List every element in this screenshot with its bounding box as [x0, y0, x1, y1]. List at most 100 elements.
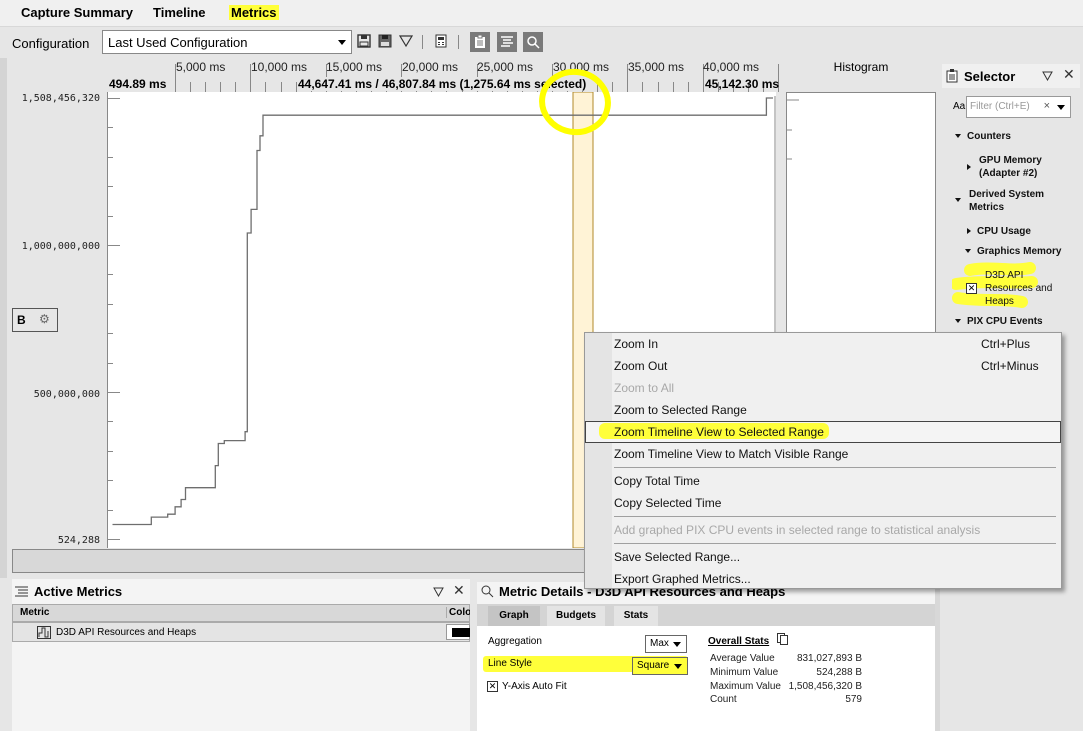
tab-capture-summary[interactable]: Capture Summary	[21, 5, 133, 20]
search-icon[interactable]	[523, 32, 543, 52]
ruler-start-time: 494.89 ms	[109, 77, 167, 91]
menu-item-zoom-to-all: Zoom to All	[614, 381, 675, 395]
collapsed-icon	[967, 228, 971, 235]
stat-value: 831,027,893 B	[796, 653, 862, 664]
tab-graph[interactable]: Graph	[488, 606, 540, 626]
clear-filter-icon[interactable]: ×	[1044, 100, 1050, 112]
context-menu-gutter	[585, 333, 612, 588]
stat-label: Average Value	[710, 653, 775, 664]
configuration-label: Configuration	[12, 36, 90, 51]
menu-item-add-cpu-events: Add graphed PIX CPU events in selected r…	[614, 523, 981, 537]
expanded-icon	[955, 319, 961, 324]
tree-item-pix-cpu-events[interactable]: PIX CPU Events	[955, 315, 1043, 328]
stat-value: 579	[845, 694, 862, 705]
menu-item-save-selected-range[interactable]: Save Selected Range...	[614, 550, 740, 564]
menu-item-zoom-to-selected-range[interactable]: Zoom to Selected Range	[614, 403, 747, 417]
aggregation-select[interactable]: Max	[645, 635, 687, 653]
dropdown-triangle-icon[interactable]	[433, 587, 444, 597]
menu-item-copy-selected-time[interactable]: Copy Selected Time	[614, 496, 721, 510]
tree-item-graphics-memory[interactable]: Graphics Memory	[965, 245, 1061, 258]
shortcut-zoom-in: Ctrl+Plus	[981, 337, 1031, 351]
y-axis-auto-fit-label: Y-Axis Auto Fit	[502, 681, 567, 692]
tree-item-derived-system-metrics[interactable]: Derived System Metrics	[955, 188, 1075, 214]
ruler-tick-label: 35,000 ms	[628, 60, 685, 74]
column-color[interactable]: Color	[446, 607, 470, 618]
match-case-toggle[interactable]: Aa	[953, 101, 965, 112]
close-icon[interactable]: ✕	[453, 582, 465, 599]
y-tick-label: 524,288	[57, 535, 100, 546]
metric-details-tabs	[477, 604, 935, 626]
clipboard-icon[interactable]	[470, 32, 490, 52]
toolbar-separator	[422, 35, 423, 49]
ruler-tick-label: 20,000 ms	[402, 60, 459, 74]
stat-label: Count	[710, 694, 737, 705]
tab-timeline[interactable]: Timeline	[153, 5, 206, 20]
metric-details-body	[477, 626, 935, 731]
menu-separator	[614, 516, 1056, 517]
clipboard-icon	[946, 69, 958, 83]
close-icon[interactable]: ✕	[1063, 66, 1075, 83]
tree-item-counters[interactable]: Counters	[955, 130, 1011, 143]
selector-title: Selector	[964, 69, 1016, 84]
stat-label: Maximum Value	[710, 681, 781, 692]
collapsed-icon	[967, 164, 971, 170]
menu-item-copy-total-time[interactable]: Copy Total Time	[614, 474, 700, 488]
save-icon[interactable]	[357, 34, 371, 48]
d3d-api-checkbox[interactable]: ✕	[966, 283, 977, 294]
y-axis-auto-fit-checkbox[interactable]: ✕	[487, 681, 498, 692]
dropdown-triangle-icon[interactable]	[1042, 71, 1053, 81]
context-menu: Zoom In Ctrl+Plus Zoom Out Ctrl+Minus Zo…	[584, 332, 1062, 589]
menu-item-zoom-out[interactable]: Zoom Out	[614, 359, 667, 373]
color-swatch[interactable]	[446, 624, 470, 640]
menu-separator	[614, 543, 1056, 544]
stat-value: 524,288 B	[816, 667, 862, 678]
metric-name: D3D API Resources and Heaps	[56, 627, 197, 638]
stat-value: 1,508,456,320 B	[788, 681, 862, 692]
ruler-tick-label: 25,000 ms	[477, 60, 534, 74]
chevron-down-icon[interactable]	[1057, 105, 1065, 110]
column-metric[interactable]: Metric	[20, 607, 49, 618]
tab-budgets[interactable]: Budgets	[547, 606, 605, 626]
tab-stats[interactable]: Stats	[614, 606, 658, 626]
line-style-select[interactable]: Square	[632, 657, 688, 675]
gear-icon[interactable]: ⚙	[39, 312, 50, 326]
stat-label: Minimum Value	[710, 667, 779, 678]
list-icon[interactable]	[497, 32, 517, 52]
save-as-icon[interactable]	[378, 34, 392, 48]
aggregation-label: Aggregation	[488, 636, 542, 647]
ruler-tick-label: 40,000 ms	[703, 60, 760, 74]
filter-placeholder: Filter (Ctrl+E)	[970, 101, 1030, 112]
ruler-tick-label: 5,000 ms	[176, 60, 226, 74]
calculator-icon[interactable]	[434, 34, 448, 48]
ruler-end-time: 45,142.30 ms	[705, 77, 780, 91]
units-toggle[interactable]: B ⚙	[12, 308, 58, 332]
configuration-value: Last Used Configuration	[108, 35, 248, 50]
panel-splitter[interactable]	[935, 580, 940, 731]
tab-metrics[interactable]: Metrics	[229, 5, 279, 20]
units-label: B	[17, 313, 26, 327]
y-tick-label: 500,000,000	[33, 389, 100, 400]
y-tick-label: 1,000,000,000	[21, 241, 100, 252]
active-metrics-title: Active Metrics	[34, 584, 123, 599]
list-icon	[15, 586, 28, 597]
expanded-icon	[965, 249, 971, 254]
tree-item-gpu-memory[interactable]: GPU Memory (Adapter #2)	[967, 154, 1077, 180]
chevron-down-icon	[673, 642, 681, 647]
y-tick-label: 1,508,456,320	[21, 93, 100, 104]
annotation-circle	[539, 68, 611, 136]
menu-item-zoom-timeline-to-selected[interactable]: Zoom Timeline View to Selected Range	[614, 425, 824, 439]
tree-item-d3d-api-resources[interactable]: D3D API Resources and Heaps	[985, 269, 1065, 308]
filter-input[interactable]: Filter (Ctrl+E) ×	[966, 96, 1071, 118]
histogram-label: Histogram	[833, 60, 889, 74]
filter-icon[interactable]	[399, 34, 413, 48]
menu-item-zoom-in[interactable]: Zoom In	[614, 337, 658, 351]
tree-item-cpu-usage[interactable]: CPU Usage	[967, 225, 1031, 238]
ruler-tick-label: 10,000 ms	[251, 60, 308, 74]
menu-item-zoom-timeline-to-visible[interactable]: Zoom Timeline View to Match Visible Rang…	[614, 447, 848, 461]
left-gutter	[0, 58, 7, 578]
ruler-tick-label: 15,000 ms	[326, 60, 383, 74]
copy-icon[interactable]	[777, 633, 788, 645]
menu-item-export-graphed-metrics[interactable]: Export Graphed Metrics...	[614, 572, 751, 586]
chevron-down-icon	[338, 40, 346, 45]
configuration-select[interactable]: Last Used Configuration	[102, 30, 352, 54]
